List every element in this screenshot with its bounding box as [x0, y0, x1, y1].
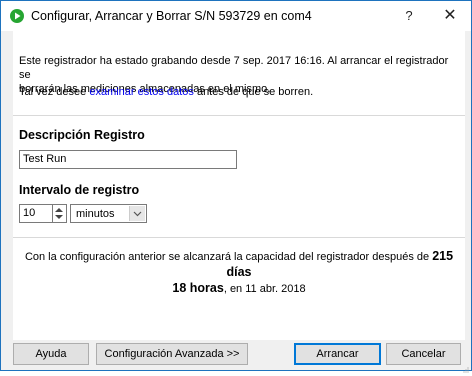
interval-unit-select[interactable]: minutos	[70, 204, 147, 223]
interval-heading: Intervalo de registro	[19, 183, 140, 197]
capacity-prefix: Con la configuración anterior se alcanza…	[24, 251, 433, 263]
examine-data-link[interactable]: examinar estos datos	[89, 86, 194, 98]
window-title: Configurar, Arrancar y Borrar S/N 593729…	[31, 9, 312, 23]
chevron-down-icon[interactable]	[129, 206, 145, 221]
interval-value-input[interactable]: 10	[19, 204, 53, 223]
start-button[interactable]: Arrancar	[294, 343, 381, 365]
divider	[13, 115, 465, 116]
interval-unit-value: minutos	[76, 208, 115, 220]
dialog-window: Configurar, Arrancar y Borrar S/N 593729…	[0, 0, 472, 373]
capacity-info: Con la configuración anterior se alcanza…	[13, 249, 465, 297]
divider	[13, 237, 465, 238]
description-input[interactable]: Test Run	[19, 150, 237, 169]
title-bar[interactable]: Configurar, Arrancar y Borrar S/N 593729…	[1, 1, 471, 31]
cancel-button[interactable]: Cancelar	[386, 343, 461, 365]
advanced-config-button[interactable]: Configuración Avanzada >>	[96, 343, 248, 365]
help-button[interactable]: Ayuda	[13, 343, 89, 365]
resize-grip-icon[interactable]	[463, 362, 469, 373]
help-title-button[interactable]: ?	[399, 5, 419, 27]
capacity-suffix: , en 11 abr. 2018	[223, 283, 306, 295]
suggestion-suffix: antes de que se borren.	[193, 86, 314, 98]
notice-suggestion: Tal vez desee examinar estos datos antes…	[19, 85, 313, 99]
spin-up-icon[interactable]	[55, 208, 63, 212]
description-heading: Descripción Registro	[19, 128, 145, 142]
close-button[interactable]: ✕	[437, 5, 463, 27]
spin-down-icon[interactable]	[55, 215, 63, 219]
interval-spinner[interactable]	[53, 204, 67, 223]
play-icon	[10, 9, 24, 23]
notice-line-1: Este registrador ha estado grabando desd…	[19, 55, 449, 81]
dialog-content: Este registrador ha estado grabando desd…	[13, 31, 465, 340]
capacity-hours: 18 horas	[172, 281, 224, 295]
suggestion-prefix: Tal vez desee	[19, 86, 90, 98]
